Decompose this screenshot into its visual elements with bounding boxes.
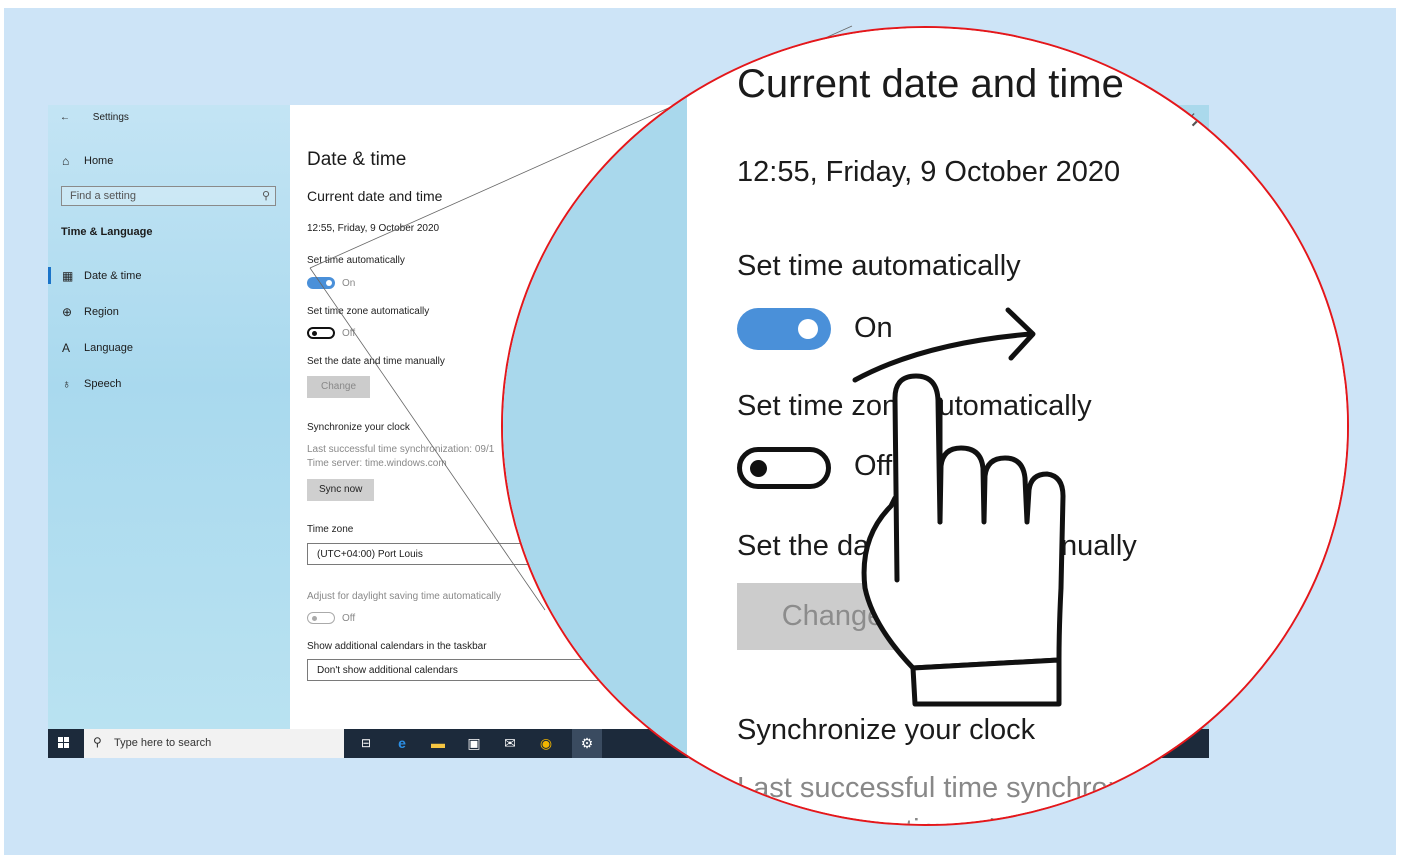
magnifier-circle: Current date and time ✕ 12:55, Friday, 9… [501, 26, 1349, 826]
hand-pointer-icon [852, 307, 1066, 707]
